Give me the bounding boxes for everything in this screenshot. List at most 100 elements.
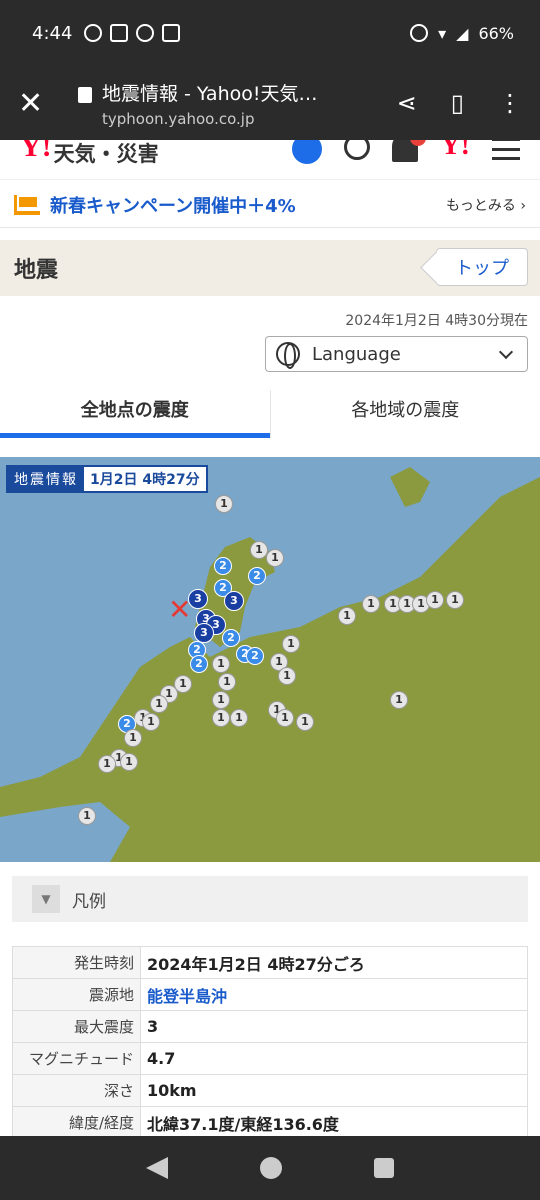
intensity-1-marker[interactable]: 1 — [215, 495, 233, 513]
intensity-1-marker[interactable]: 1 — [230, 709, 248, 727]
updated-time: 2024年1月2日 4時30分現在 — [345, 313, 528, 329]
intensity-3-marker[interactable]: 3 — [224, 591, 244, 611]
campaign-more-link[interactable]: もっとみる › — [446, 195, 526, 215]
row-value: 4.7 — [140, 1042, 528, 1075]
alarm-icon — [136, 24, 155, 42]
browser-toolbar: ✕ 地震情報 - Yahoo!天気… typhoon.yahoo.co.jp ⋖… — [0, 66, 540, 140]
table-row: 震源地 能登半島沖 — [12, 978, 528, 1011]
earthquake-map[interactable]: 地震情報 1月2日 4時27分 ✕ 1 1 1 2 2 2 3 3 3 3 3 … — [0, 457, 540, 862]
intensity-1-marker[interactable]: 1 — [276, 709, 294, 727]
intensity-1-marker[interactable]: 1 — [218, 673, 236, 691]
section-title: 地震 — [14, 258, 59, 283]
campaign-text[interactable]: 新春キャンペーン開催中＋4% — [50, 192, 296, 218]
intensity-1-marker[interactable]: 1 — [212, 709, 230, 727]
site-brand[interactable]: 天気・災害 — [54, 140, 159, 168]
intensity-1-marker[interactable]: 1 — [338, 607, 356, 625]
map-label-title: 地震情報 — [8, 467, 84, 491]
top-button[interactable]: トップ — [436, 248, 528, 286]
intensity-2-marker[interactable]: 2 — [214, 557, 232, 575]
intensity-2-marker[interactable]: 2 — [190, 655, 208, 673]
home-icon[interactable] — [260, 1157, 282, 1179]
manga-icon — [110, 24, 129, 42]
table-row: 緯度/経度 北緯37.1度/東経136.6度 — [12, 1106, 528, 1139]
status-time: 4:44 — [32, 22, 73, 44]
system-nav-bar — [0, 1136, 540, 1200]
row-key: 震源地 — [12, 978, 141, 1011]
intensity-1-marker[interactable]: 1 — [282, 635, 300, 653]
status-bar: 4:44 ▾ ◢ 66% — [0, 0, 540, 66]
notification-dot — [410, 140, 427, 146]
back-icon[interactable] — [146, 1157, 168, 1179]
intensity-1-marker[interactable]: 1 — [120, 753, 138, 771]
intensity-1-marker[interactable]: 1 — [390, 691, 408, 709]
more-menu-icon[interactable]: ⋮ — [498, 89, 522, 117]
lock-icon[interactable] — [78, 87, 92, 103]
url-box[interactable]: 地震情報 - Yahoo!天気… typhoon.yahoo.co.jp — [102, 79, 379, 128]
row-key: 緯度/経度 — [12, 1106, 141, 1139]
notification-icons — [84, 24, 181, 42]
intensity-1-marker[interactable]: 1 — [124, 729, 142, 747]
row-key: 最大震度 — [12, 1010, 141, 1043]
campaign-banner[interactable]: 新春キャンペーン開催中＋4% もっとみる › — [0, 182, 540, 228]
yahoo-logo[interactable]: Y! — [20, 140, 52, 164]
intensity-2-marker[interactable]: 2 — [222, 629, 240, 647]
intensity-1-marker[interactable]: 1 — [362, 595, 380, 613]
row-key: マグニチュード — [12, 1042, 141, 1075]
share-icon[interactable]: ⋖ — [397, 89, 417, 117]
epicenter-link[interactable]: 能登半島沖 — [140, 978, 528, 1011]
row-value: 2024年1月2日 4時27分ごろ — [140, 946, 528, 979]
tab-all-points[interactable]: 全地点の震度 — [0, 390, 270, 438]
search-icon[interactable] — [344, 140, 371, 160]
intensity-3-marker[interactable]: 3 — [188, 589, 208, 609]
map-label-time: 1月2日 4時27分 — [90, 472, 200, 488]
table-row: マグニチュード 4.7 — [12, 1042, 528, 1075]
line-icon — [84, 24, 103, 42]
yahoo-account-icon[interactable]: Y! — [440, 140, 470, 162]
cart-icon — [14, 194, 40, 215]
tab-regions[interactable]: 各地域の震度 — [269, 390, 540, 438]
intensity-1-marker[interactable]: 1 — [212, 655, 230, 673]
recents-icon[interactable] — [374, 1158, 394, 1178]
table-row: 発生時刻 2024年1月2日 4時27分ごろ — [12, 946, 528, 979]
intensity-1-marker[interactable]: 1 — [446, 591, 464, 609]
row-key: 発生時刻 — [12, 946, 141, 979]
page-title: 地震情報 - Yahoo!天気… — [102, 82, 318, 105]
close-tab-icon[interactable]: ✕ — [18, 86, 58, 121]
intensity-1-marker[interactable]: 1 — [426, 591, 444, 609]
row-value: 3 — [140, 1010, 528, 1043]
location-pin-icon[interactable] — [292, 140, 323, 164]
section-header: 地震 トップ — [0, 240, 540, 296]
intensity-1-marker[interactable]: 1 — [212, 691, 230, 709]
table-row: 深さ 10km — [12, 1074, 528, 1107]
bookmark-icon[interactable]: ▯ — [451, 89, 464, 117]
wifi-icon: ▾ — [438, 23, 447, 43]
battery-level: 66% — [478, 23, 514, 43]
intensity-1-marker[interactable]: 1 — [150, 695, 168, 713]
globe-icon — [276, 342, 300, 369]
row-key: 深さ — [12, 1074, 141, 1107]
intensity-2-marker[interactable]: 2 — [246, 647, 264, 665]
earthquake-info-table: 発生時刻 2024年1月2日 4時27分ごろ 震源地 能登半島沖 最大震度 3 マグニ… — [12, 946, 528, 1139]
language-select[interactable]: Language — [265, 336, 528, 372]
map-info-label: 地震情報 1月2日 4時27分 — [6, 465, 208, 493]
intensity-1-marker[interactable]: 1 — [78, 807, 96, 825]
intensity-1-marker[interactable]: 1 — [296, 713, 314, 731]
intensity-1-marker[interactable]: 1 — [278, 667, 296, 685]
triangle-down-icon: ▼ — [32, 885, 60, 913]
row-value: 10km — [140, 1074, 528, 1107]
intensity-2-marker[interactable]: 2 — [248, 567, 266, 585]
intensity-3-marker[interactable]: 3 — [194, 623, 214, 643]
legend-toggle[interactable]: ▼ 凡例 — [12, 876, 528, 922]
hamburger-menu-icon[interactable] — [492, 140, 520, 160]
top-button-label: トップ — [455, 258, 509, 279]
intensity-1-marker[interactable]: 1 — [266, 549, 284, 567]
row-value: 北緯37.1度/東経136.6度 — [140, 1106, 528, 1139]
intensity-1-marker[interactable]: 1 — [98, 755, 116, 773]
page-host: typhoon.yahoo.co.jp — [102, 109, 255, 128]
intensity-1-marker[interactable]: 1 — [142, 713, 160, 731]
chevron-down-icon — [498, 344, 514, 359]
table-row: 最大震度 3 — [12, 1010, 528, 1043]
bell-icon[interactable] — [392, 140, 427, 162]
legend-label: 凡例 — [72, 891, 106, 912]
signal-icon: ◢ — [456, 23, 469, 43]
